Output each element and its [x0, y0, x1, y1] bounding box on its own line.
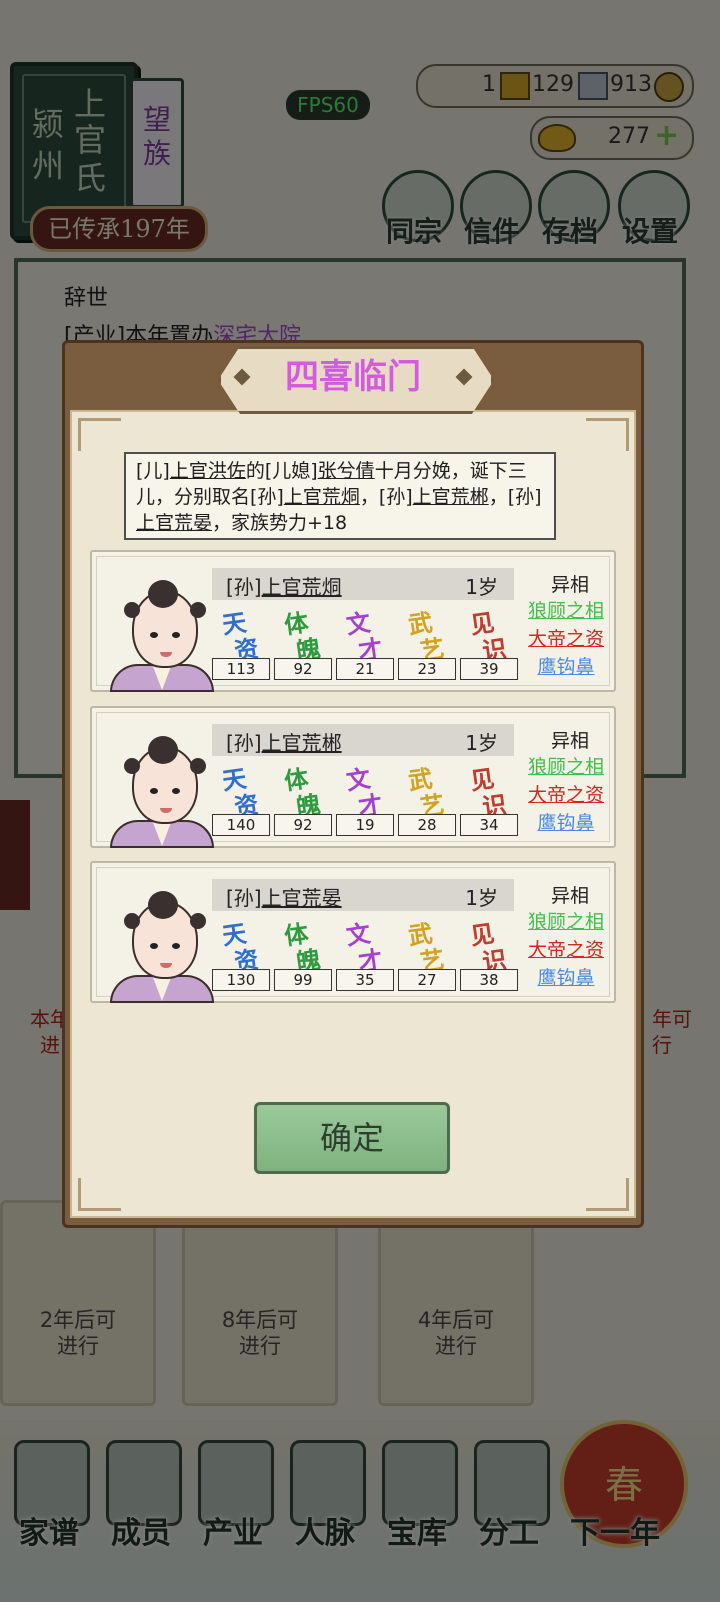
- child-eye-left: [150, 943, 158, 949]
- msg-mother-name[interactable]: 张兮倩: [318, 460, 375, 482]
- stat-label-4: 见识: [460, 915, 518, 976]
- modal-title: 四喜临门: [285, 357, 421, 397]
- stat-label-3: 武艺: [398, 604, 456, 665]
- stat-label-4: 见识: [460, 604, 518, 665]
- stat-value-0: 140: [212, 814, 270, 836]
- child-age: 1岁: [465, 575, 498, 599]
- child-card[interactable]: [孙]上官荒烔 1岁天资 113 体魄 92 文才 21 武艺 23 见识 39 异相 狼顾之相 大帝之资…: [90, 550, 616, 692]
- child-eye-right: [172, 788, 180, 794]
- child-hair: [148, 736, 178, 764]
- stat-label-1: 体魄: [274, 760, 332, 821]
- child-bun-left: [124, 913, 140, 929]
- stat-label-4: 见识: [460, 760, 518, 821]
- child-card[interactable]: [孙]上官荒郴 1岁天资 140 体魄 92 文才 19 武艺 28 见识 34 异相 狼顾之相 大帝之资…: [90, 706, 616, 848]
- child-eye-left: [150, 788, 158, 794]
- child-name-link[interactable]: 上官荒郴: [262, 731, 342, 755]
- child-name-link[interactable]: 上官荒烔: [262, 575, 342, 599]
- corner-ornament-tr: [586, 418, 629, 451]
- child-bun-right: [190, 602, 206, 618]
- child-name[interactable]: [孙]上官荒烔: [226, 571, 342, 600]
- msg-child-2-name[interactable]: 上官荒郴: [413, 486, 489, 508]
- trait-header: 异相: [550, 730, 589, 752]
- child-relation: [孙]: [226, 575, 262, 599]
- stat-label-0: 天资: [212, 760, 270, 821]
- child-relation: [孙]: [226, 886, 262, 910]
- trait-item[interactable]: 狼顾之相: [516, 907, 616, 934]
- stat-value-4: 38: [460, 969, 518, 991]
- trait-header: 异相: [550, 574, 589, 596]
- stat-value-1: 99: [274, 969, 332, 991]
- stat-value-2: 19: [336, 814, 394, 836]
- trait-item[interactable]: 鹰钩鼻: [516, 652, 616, 679]
- child-mouth: [160, 963, 172, 968]
- stat-value-3: 27: [398, 969, 456, 991]
- child-portrait: [110, 724, 214, 848]
- child-age: 1岁: [465, 731, 498, 755]
- trait-header: 异相: [550, 885, 589, 907]
- child-name[interactable]: [孙]上官荒郴: [226, 727, 342, 756]
- msg-part-4: ，[孙]: [359, 486, 413, 508]
- child-card[interactable]: [孙]上官荒晏 1岁天资 130 体魄 99 文才 35 武艺 27 见识 38 异相 狼顾之相 大帝之资…: [90, 861, 616, 1003]
- msg-part-2: 的[儿媳]: [245, 460, 318, 482]
- stat-value-1: 92: [274, 814, 332, 836]
- event-message: [儿]上官洪佐的[儿媳]张兮倩十月分娩，诞下三儿，分别取名[孙]上官荒烔，[孙]…: [124, 452, 556, 540]
- child-name-bar: [孙]上官荒郴 1岁: [212, 724, 514, 756]
- stat-label-0: 天资: [212, 604, 270, 665]
- child-bun-right: [190, 913, 206, 929]
- child-bun-left: [124, 758, 140, 774]
- msg-child-3-name[interactable]: 上官荒晏: [136, 512, 212, 534]
- child-mouth: [160, 652, 172, 657]
- child-portrait: [110, 879, 214, 1003]
- stat-label-3: 武艺: [398, 760, 456, 821]
- stat-value-3: 23: [398, 658, 456, 680]
- trait-item[interactable]: 大帝之资: [516, 935, 616, 962]
- stat-value-1: 92: [274, 658, 332, 680]
- stat-label-2: 文才: [336, 760, 394, 821]
- stat-label-2: 文才: [336, 915, 394, 976]
- msg-part-1: [儿]: [136, 460, 170, 482]
- child-eye-right: [172, 632, 180, 638]
- child-eye-left: [150, 632, 158, 638]
- stat-value-2: 35: [336, 969, 394, 991]
- trait-item[interactable]: 鹰钩鼻: [516, 963, 616, 990]
- corner-ornament-br: [586, 1178, 629, 1211]
- trait-item[interactable]: 狼顾之相: [516, 752, 616, 779]
- trait-item[interactable]: 大帝之资: [516, 624, 616, 651]
- msg-part-6: ，家族势力+18: [212, 512, 348, 534]
- corner-ornament-bl: [78, 1178, 121, 1211]
- child-hair: [148, 891, 178, 919]
- child-name[interactable]: [孙]上官荒晏: [226, 882, 342, 911]
- child-age: 1岁: [465, 886, 498, 910]
- stat-value-0: 130: [212, 969, 270, 991]
- child-eye-right: [172, 943, 180, 949]
- corner-ornament-tl: [78, 418, 121, 451]
- child-name-bar: [孙]上官荒晏 1岁: [212, 879, 514, 911]
- child-bun-left: [124, 602, 140, 618]
- trait-item[interactable]: 大帝之资: [516, 780, 616, 807]
- child-relation: [孙]: [226, 731, 262, 755]
- stat-label-3: 武艺: [398, 915, 456, 976]
- stat-value-4: 34: [460, 814, 518, 836]
- trait-item[interactable]: 狼顾之相: [516, 596, 616, 623]
- msg-child-1-name[interactable]: 上官荒烔: [284, 486, 360, 508]
- child-portrait: [110, 568, 214, 692]
- stat-label-1: 体魄: [274, 915, 332, 976]
- stat-value-2: 21: [336, 658, 394, 680]
- stat-value-4: 39: [460, 658, 518, 680]
- child-mouth: [160, 808, 172, 813]
- stat-label-2: 文才: [336, 604, 394, 665]
- child-hair: [148, 580, 178, 608]
- stat-label-0: 天资: [212, 915, 270, 976]
- msg-part-5: ，[孙]: [488, 486, 542, 508]
- child-name-link[interactable]: 上官荒晏: [262, 886, 342, 910]
- confirm-button[interactable]: 确定: [254, 1102, 450, 1174]
- stat-label-1: 体魄: [274, 604, 332, 665]
- stat-value-3: 28: [398, 814, 456, 836]
- child-name-bar: [孙]上官荒烔 1岁: [212, 568, 514, 600]
- child-bun-right: [190, 758, 206, 774]
- trait-item[interactable]: 鹰钩鼻: [516, 808, 616, 835]
- msg-father-name[interactable]: 上官洪佐: [170, 460, 246, 482]
- stat-value-0: 113: [212, 658, 270, 680]
